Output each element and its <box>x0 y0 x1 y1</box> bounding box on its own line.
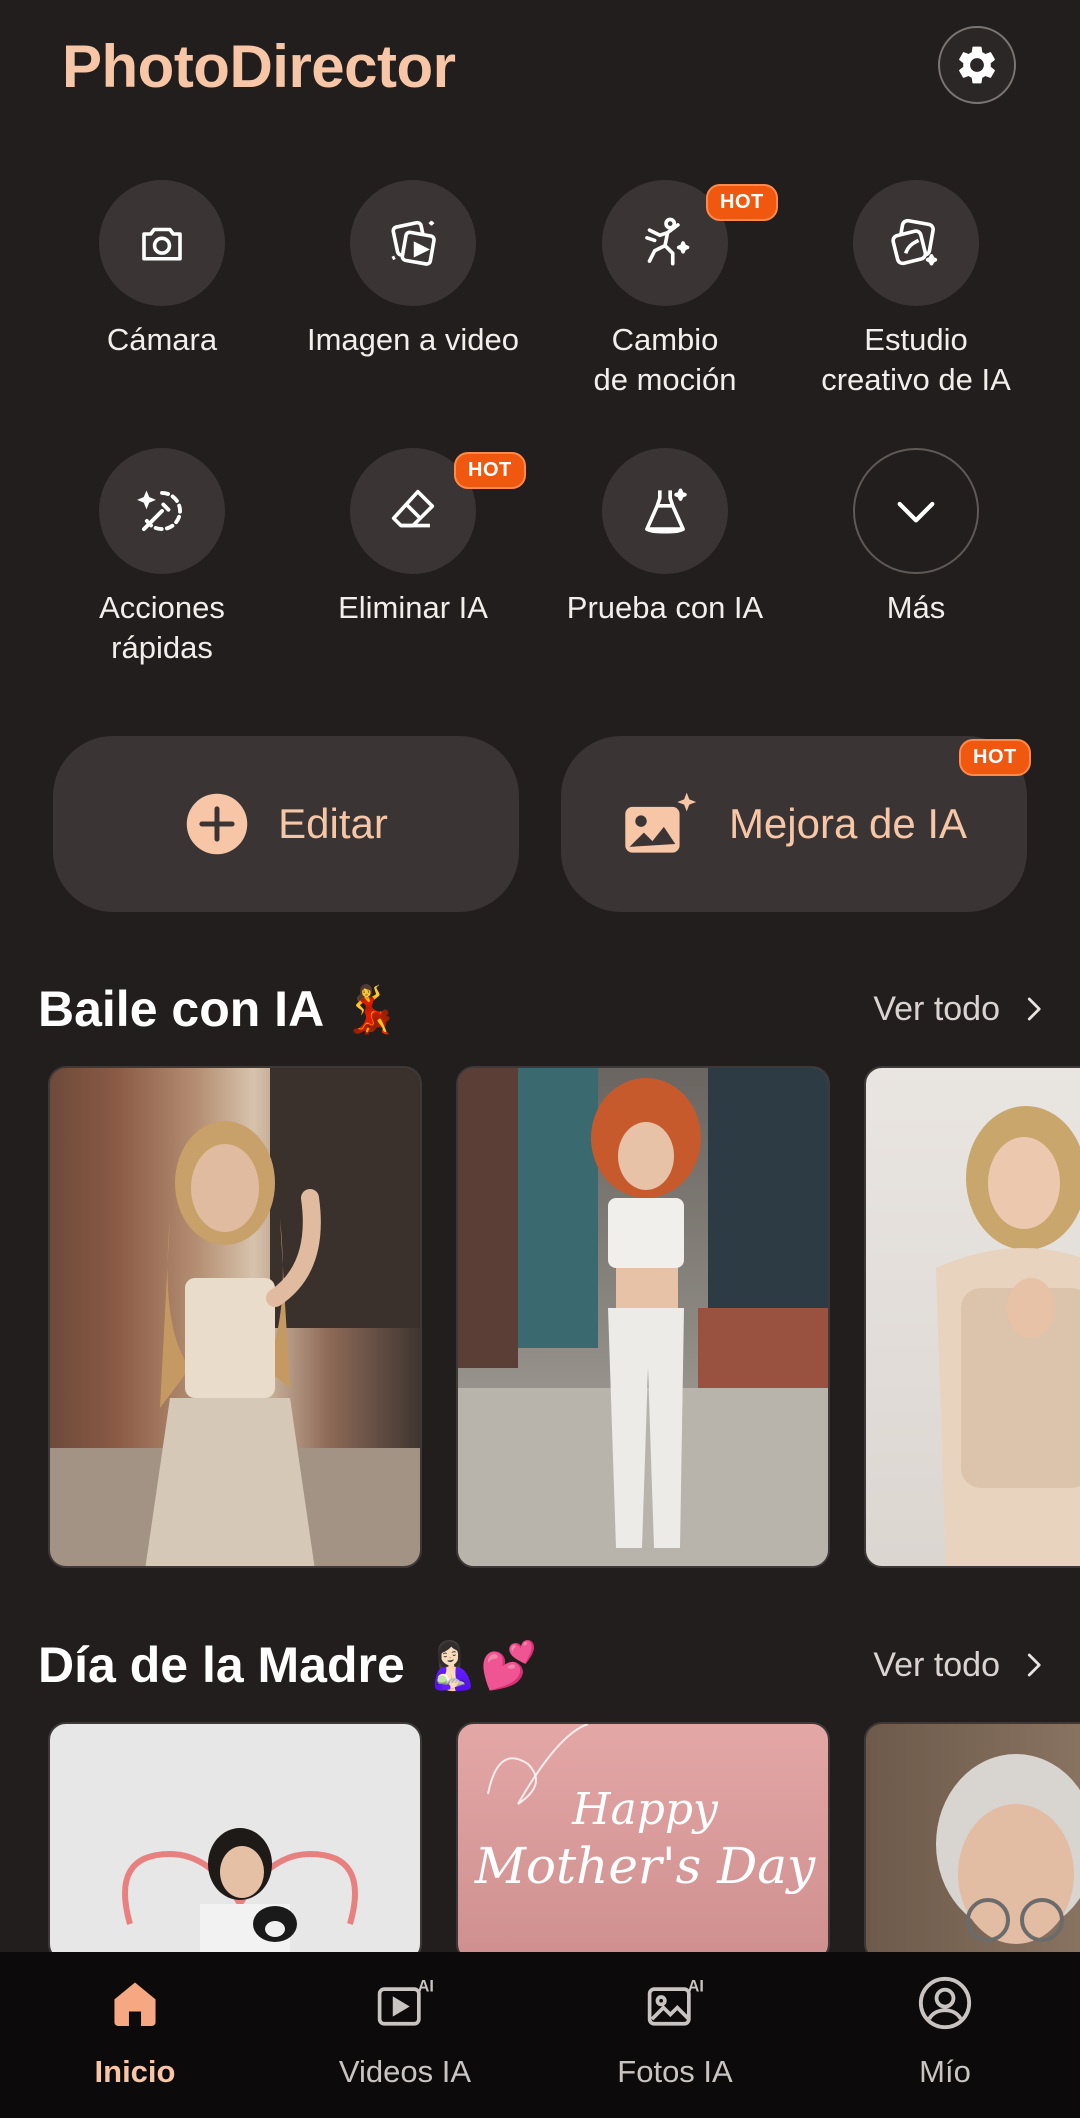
chevron-down-icon <box>897 501 935 523</box>
template-thumbnail-image <box>458 1068 828 1566</box>
section-header-mothers-day: Día de la Madre 🤱🏻💕 Ver todo <box>38 1636 1048 1694</box>
mothers-day-template-card[interactable] <box>864 1722 1080 1962</box>
hot-badge: HOT <box>454 452 526 489</box>
magic-wand-icon <box>137 490 182 532</box>
tool-label: Cámara <box>106 322 218 357</box>
section-title: Baile con IA 💃 <box>38 980 399 1038</box>
tool-ai-try-on[interactable]: Prueba con IA <box>540 448 790 628</box>
edit-button[interactable]: Editar <box>53 736 519 912</box>
tool-label: Más <box>886 590 946 625</box>
tool-more[interactable]: Más <box>791 448 1041 628</box>
dress-icon <box>645 488 687 534</box>
decorative-line-icon <box>487 1724 589 1805</box>
tool-quick-actions[interactable]: Acciones rápidas <box>37 448 287 668</box>
svg-text:AI: AI <box>688 1977 704 1995</box>
tool-label: Imagen a video <box>307 322 519 357</box>
dance-template-card[interactable] <box>48 1066 422 1568</box>
see-all-label: Ver todo <box>873 1645 1000 1684</box>
bottom-navigation: Inicio AI Videos IA AI Fotos IA Mío <box>0 1952 1080 2118</box>
tool-ai-eraser[interactable]: HOT Eliminar IA <box>288 448 538 628</box>
settings-button[interactable] <box>938 26 1016 104</box>
image-to-video-icon <box>391 220 436 266</box>
nav-tab-ai-photos[interactable]: AI Fotos IA <box>540 1952 810 2118</box>
tool-label: Estudio creativo de IA <box>821 322 1011 397</box>
tool-camera[interactable]: Cámara <box>37 180 287 360</box>
template-thumbnail-image <box>936 1106 1080 1566</box>
section-title-text: Día de la Madre <box>38 1637 405 1693</box>
template-thumbnail-image <box>936 1754 1080 1944</box>
chevron-right-icon <box>1027 997 1041 1021</box>
dancer-emoji-icon: 💃 <box>342 982 400 1035</box>
creative-studio-icon <box>891 218 938 266</box>
see-all-dance-link[interactable]: Ver todo <box>873 990 1048 1029</box>
mother-hearts-emoji-icon: 🤱🏻💕 <box>422 1638 538 1691</box>
dance-template-card[interactable] <box>456 1066 830 1568</box>
motion-dancer-icon <box>645 217 690 266</box>
app-title: PhotoDirector <box>62 33 456 100</box>
tool-image-to-video[interactable]: Imagen a video <box>288 180 538 360</box>
ai-photo-icon: AI <box>647 1977 704 2026</box>
nav-tab-ai-videos[interactable]: AI Videos IA <box>270 1952 540 2118</box>
section-title: Día de la Madre 🤱🏻💕 <box>38 1636 537 1694</box>
plus-circle-icon <box>186 793 248 855</box>
tool-creative-studio[interactable]: Estudio creativo de IA <box>791 180 1041 400</box>
nav-label: Inicio <box>94 2054 176 2089</box>
tool-motion-change[interactable]: HOT Cambio de moción <box>540 180 790 400</box>
ai-enhance-label: Mejora de IA <box>728 800 968 847</box>
nav-tab-profile[interactable]: Mío <box>810 1952 1080 2118</box>
mothers-day-template-card[interactable]: Happy Mother's Day <box>456 1722 830 1962</box>
gear-icon <box>959 46 995 84</box>
template-thumbnail-image <box>122 1828 358 1960</box>
edit-label: Editar <box>278 800 388 847</box>
tool-label: Acciones rápidas <box>99 590 225 665</box>
profile-icon <box>918 1976 972 2030</box>
see-all-label: Ver todo <box>873 989 1000 1028</box>
svg-text:AI: AI <box>418 1977 434 1995</box>
eraser-icon <box>391 489 435 528</box>
ai-video-icon: AI <box>377 1977 434 2026</box>
template-thumbnail-image <box>50 1068 420 1566</box>
nav-label: Fotos IA <box>617 2054 733 2089</box>
nav-label: Mío <box>919 2054 971 2089</box>
nav-label: Videos IA <box>338 2054 472 2089</box>
tool-label: Cambio de moción <box>593 322 737 397</box>
tool-label: Eliminar IA <box>338 590 488 625</box>
dance-template-card[interactable] <box>864 1066 1080 1568</box>
home-icon <box>114 1982 156 2026</box>
camera-icon <box>142 227 182 261</box>
image-sparkle-icon <box>625 792 697 853</box>
see-all-mothers-day-link[interactable]: Ver todo <box>873 1646 1048 1685</box>
chevron-right-icon <box>1027 1653 1041 1677</box>
nav-tab-home[interactable]: Inicio <box>0 1952 270 2118</box>
tool-label: Prueba con IA <box>566 590 764 625</box>
hot-badge: HOT <box>959 739 1031 776</box>
section-title-text: Baile con IA <box>38 981 325 1037</box>
section-header-dance: Baile con IA 💃 Ver todo <box>38 980 1048 1038</box>
ai-enhance-button[interactable]: Mejora de IA HOT <box>561 736 1031 912</box>
hot-badge: HOT <box>706 184 778 221</box>
mothers-day-template-card[interactable] <box>48 1722 422 1962</box>
